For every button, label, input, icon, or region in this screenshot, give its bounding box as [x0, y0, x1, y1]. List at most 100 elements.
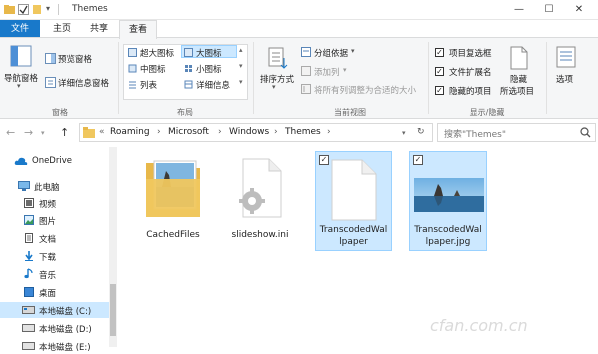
breadcrumb-windows[interactable]: Windows — [229, 127, 269, 137]
chevron-down-icon[interactable]: ▾ — [272, 83, 276, 91]
tab-home[interactable]: 主页 — [45, 20, 79, 38]
blank-file-icon — [330, 158, 378, 225]
sort-by-icon — [266, 46, 288, 73]
sidebar-item-desktop[interactable]: 桌面 — [0, 284, 116, 300]
sidebar-item-documents[interactable]: 文档 — [0, 230, 116, 246]
sidebar-item-drive-e[interactable]: 本地磁盘 (E:) — [0, 338, 116, 354]
file-select-checkbox[interactable]: ✓ — [319, 155, 329, 165]
recent-locations-chevron-icon[interactable]: ▾ — [41, 129, 45, 137]
chevron-down-icon[interactable]: ▾ — [17, 82, 21, 90]
breadcrumb-separator-icon[interactable]: › — [327, 127, 331, 137]
large-icons-option[interactable]: 大图标 — [196, 47, 222, 59]
breadcrumb-microsoft[interactable]: Microsoft — [168, 127, 209, 137]
sidebar-item-label: 下载 — [39, 253, 57, 263]
address-dropdown-icon[interactable]: ▾ — [402, 129, 406, 137]
breadcrumb-roaming[interactable]: Roaming — [110, 127, 150, 137]
hard-drive-icon — [22, 342, 35, 353]
forward-arrow-icon[interactable]: → — [24, 126, 33, 139]
up-arrow-icon[interactable]: ↑ — [60, 126, 69, 139]
group-divider — [428, 42, 429, 114]
breadcrumb-themes[interactable]: Themes — [285, 127, 321, 137]
sidebar-item-onedrive[interactable]: OneDrive — [0, 153, 116, 169]
sidebar-item-label: 桌面 — [39, 289, 57, 299]
group-divider — [546, 42, 547, 114]
sort-by-button[interactable]: 排序方式 — [260, 73, 294, 85]
file-item-transcodedwallpaper-jpg[interactable]: ✓ TranscodedWal lpaper.jpg — [409, 151, 487, 251]
breadcrumb-separator-icon[interactable]: › — [157, 127, 161, 137]
add-columns-button[interactable]: 添加列 — [314, 66, 340, 78]
file-item-cachedfiles[interactable]: CachedFiles — [136, 151, 210, 251]
show-hide-group-label: 显示/隐藏 — [469, 108, 505, 117]
file-select-checkbox[interactable]: ✓ — [413, 155, 423, 165]
medium-icons-option[interactable]: 中图标 — [140, 63, 166, 75]
minimize-button[interactable]: — — [505, 0, 533, 20]
file-item-slideshow-ini[interactable]: slideshow.ini — [223, 151, 297, 251]
breadcrumb-overflow[interactable]: « — [99, 127, 105, 137]
list-option[interactable]: 列表 — [140, 79, 157, 91]
video-icon — [24, 198, 34, 211]
large-icons-icon — [184, 48, 193, 60]
details-option[interactable]: 详细信息 — [196, 79, 230, 91]
current-view-group-label: 当前视图 — [334, 108, 366, 117]
hidden-items-checkbox[interactable]: ✓ — [435, 86, 444, 95]
search-icon[interactable] — [580, 127, 591, 141]
file-name-line1: TranscodedWal — [414, 225, 482, 235]
maximize-button[interactable]: ☐ — [535, 0, 563, 20]
file-name-line2: lpaper.jpg — [425, 237, 471, 247]
search-box[interactable]: 搜索"Themes" — [437, 123, 596, 142]
hide-selected-button[interactable]: 隐藏 — [510, 73, 527, 85]
navigation-pane-button[interactable]: 导航窗格 — [4, 72, 38, 84]
preview-pane-button[interactable]: 预览窗格 — [58, 53, 92, 65]
small-icons-option[interactable]: 小图标 — [196, 63, 222, 75]
medium-icons-icon — [128, 64, 137, 76]
desktop-icon — [24, 287, 34, 300]
options-button[interactable]: 选项 — [556, 73, 573, 85]
refresh-icon[interactable]: ↻ — [417, 127, 425, 137]
hidden-items-label: 隐藏的项目 — [449, 87, 492, 97]
details-icon — [184, 80, 193, 92]
file-item-transcodedwallpaper[interactable]: ✓ TranscodedWal lpaper — [315, 151, 392, 251]
sidebar-item-videos[interactable]: 视频 — [0, 195, 116, 211]
ribbon-tabs: 文件 主页 共享 查看 — [0, 20, 598, 39]
gallery-more-icon[interactable]: ▾ — [239, 78, 243, 86]
hide-selected-button-line2[interactable]: 所选项目 — [500, 85, 534, 97]
tab-share[interactable]: 共享 — [82, 20, 116, 38]
picture-icon — [24, 215, 34, 228]
sidebar-item-drive-c[interactable]: 本地磁盘 (C:) — [0, 302, 116, 318]
chevron-down-icon[interactable]: ▾ — [351, 47, 355, 55]
file-extensions-checkbox[interactable]: ✓ — [435, 67, 444, 76]
tab-file[interactable]: 文件 — [0, 20, 40, 38]
gallery-up-icon[interactable]: ▴ — [239, 46, 243, 54]
folder-with-picture-icon — [144, 157, 202, 222]
chevron-down-icon[interactable]: ▾ — [343, 66, 347, 74]
gallery-down-icon[interactable]: ▾ — [239, 62, 243, 70]
file-name: slideshow.ini — [231, 230, 289, 240]
breadcrumb-separator-icon[interactable]: › — [218, 127, 222, 137]
sidebar-item-label: 此电脑 — [34, 183, 60, 193]
sidebar-item-label: 本地磁盘 (C:) — [39, 307, 92, 317]
details-pane-button[interactable]: 详细信息窗格 — [58, 77, 109, 89]
close-button[interactable]: ✕ — [565, 0, 593, 20]
breadcrumb-separator-icon[interactable]: › — [274, 127, 278, 137]
new-folder-icon[interactable] — [32, 4, 43, 15]
sidebar-item-downloads[interactable]: 下载 — [0, 248, 116, 264]
download-arrow-icon — [24, 251, 34, 264]
image-thumbnail — [414, 178, 484, 215]
tab-view[interactable]: 查看 — [119, 20, 157, 39]
extra-large-icons-option[interactable]: 超大图标 — [140, 47, 174, 59]
sidebar-item-this-pc[interactable]: 此电脑 — [0, 178, 116, 194]
sidebar-item-music[interactable]: 音乐 — [0, 266, 116, 282]
properties-icon[interactable] — [18, 4, 29, 15]
size-all-columns-button[interactable]: 将所有列调整为合适的大小 — [314, 84, 416, 96]
ribbon: 导航窗格 ▾ 预览窗格 详细信息窗格 窗格 超大图标 大图标 中图标 小图标 列… — [0, 37, 598, 119]
address-bar[interactable]: « Roaming › Microsoft › Windows › Themes… — [79, 123, 433, 142]
sidebar-item-drive-d[interactable]: 本地磁盘 (D:) — [0, 320, 116, 336]
sidebar-scrollbar-thumb[interactable] — [110, 284, 116, 336]
item-checkboxes-label: 项目复选框 — [449, 49, 492, 59]
item-checkboxes-checkbox[interactable]: ✓ — [435, 48, 444, 57]
sidebar-item-pictures[interactable]: 图片 — [0, 212, 116, 228]
customize-quick-access-icon[interactable]: ▾ — [46, 4, 57, 15]
add-columns-icon — [301, 66, 311, 79]
back-arrow-icon[interactable]: ← — [6, 126, 15, 139]
group-by-button[interactable]: 分组依据 — [314, 47, 348, 59]
